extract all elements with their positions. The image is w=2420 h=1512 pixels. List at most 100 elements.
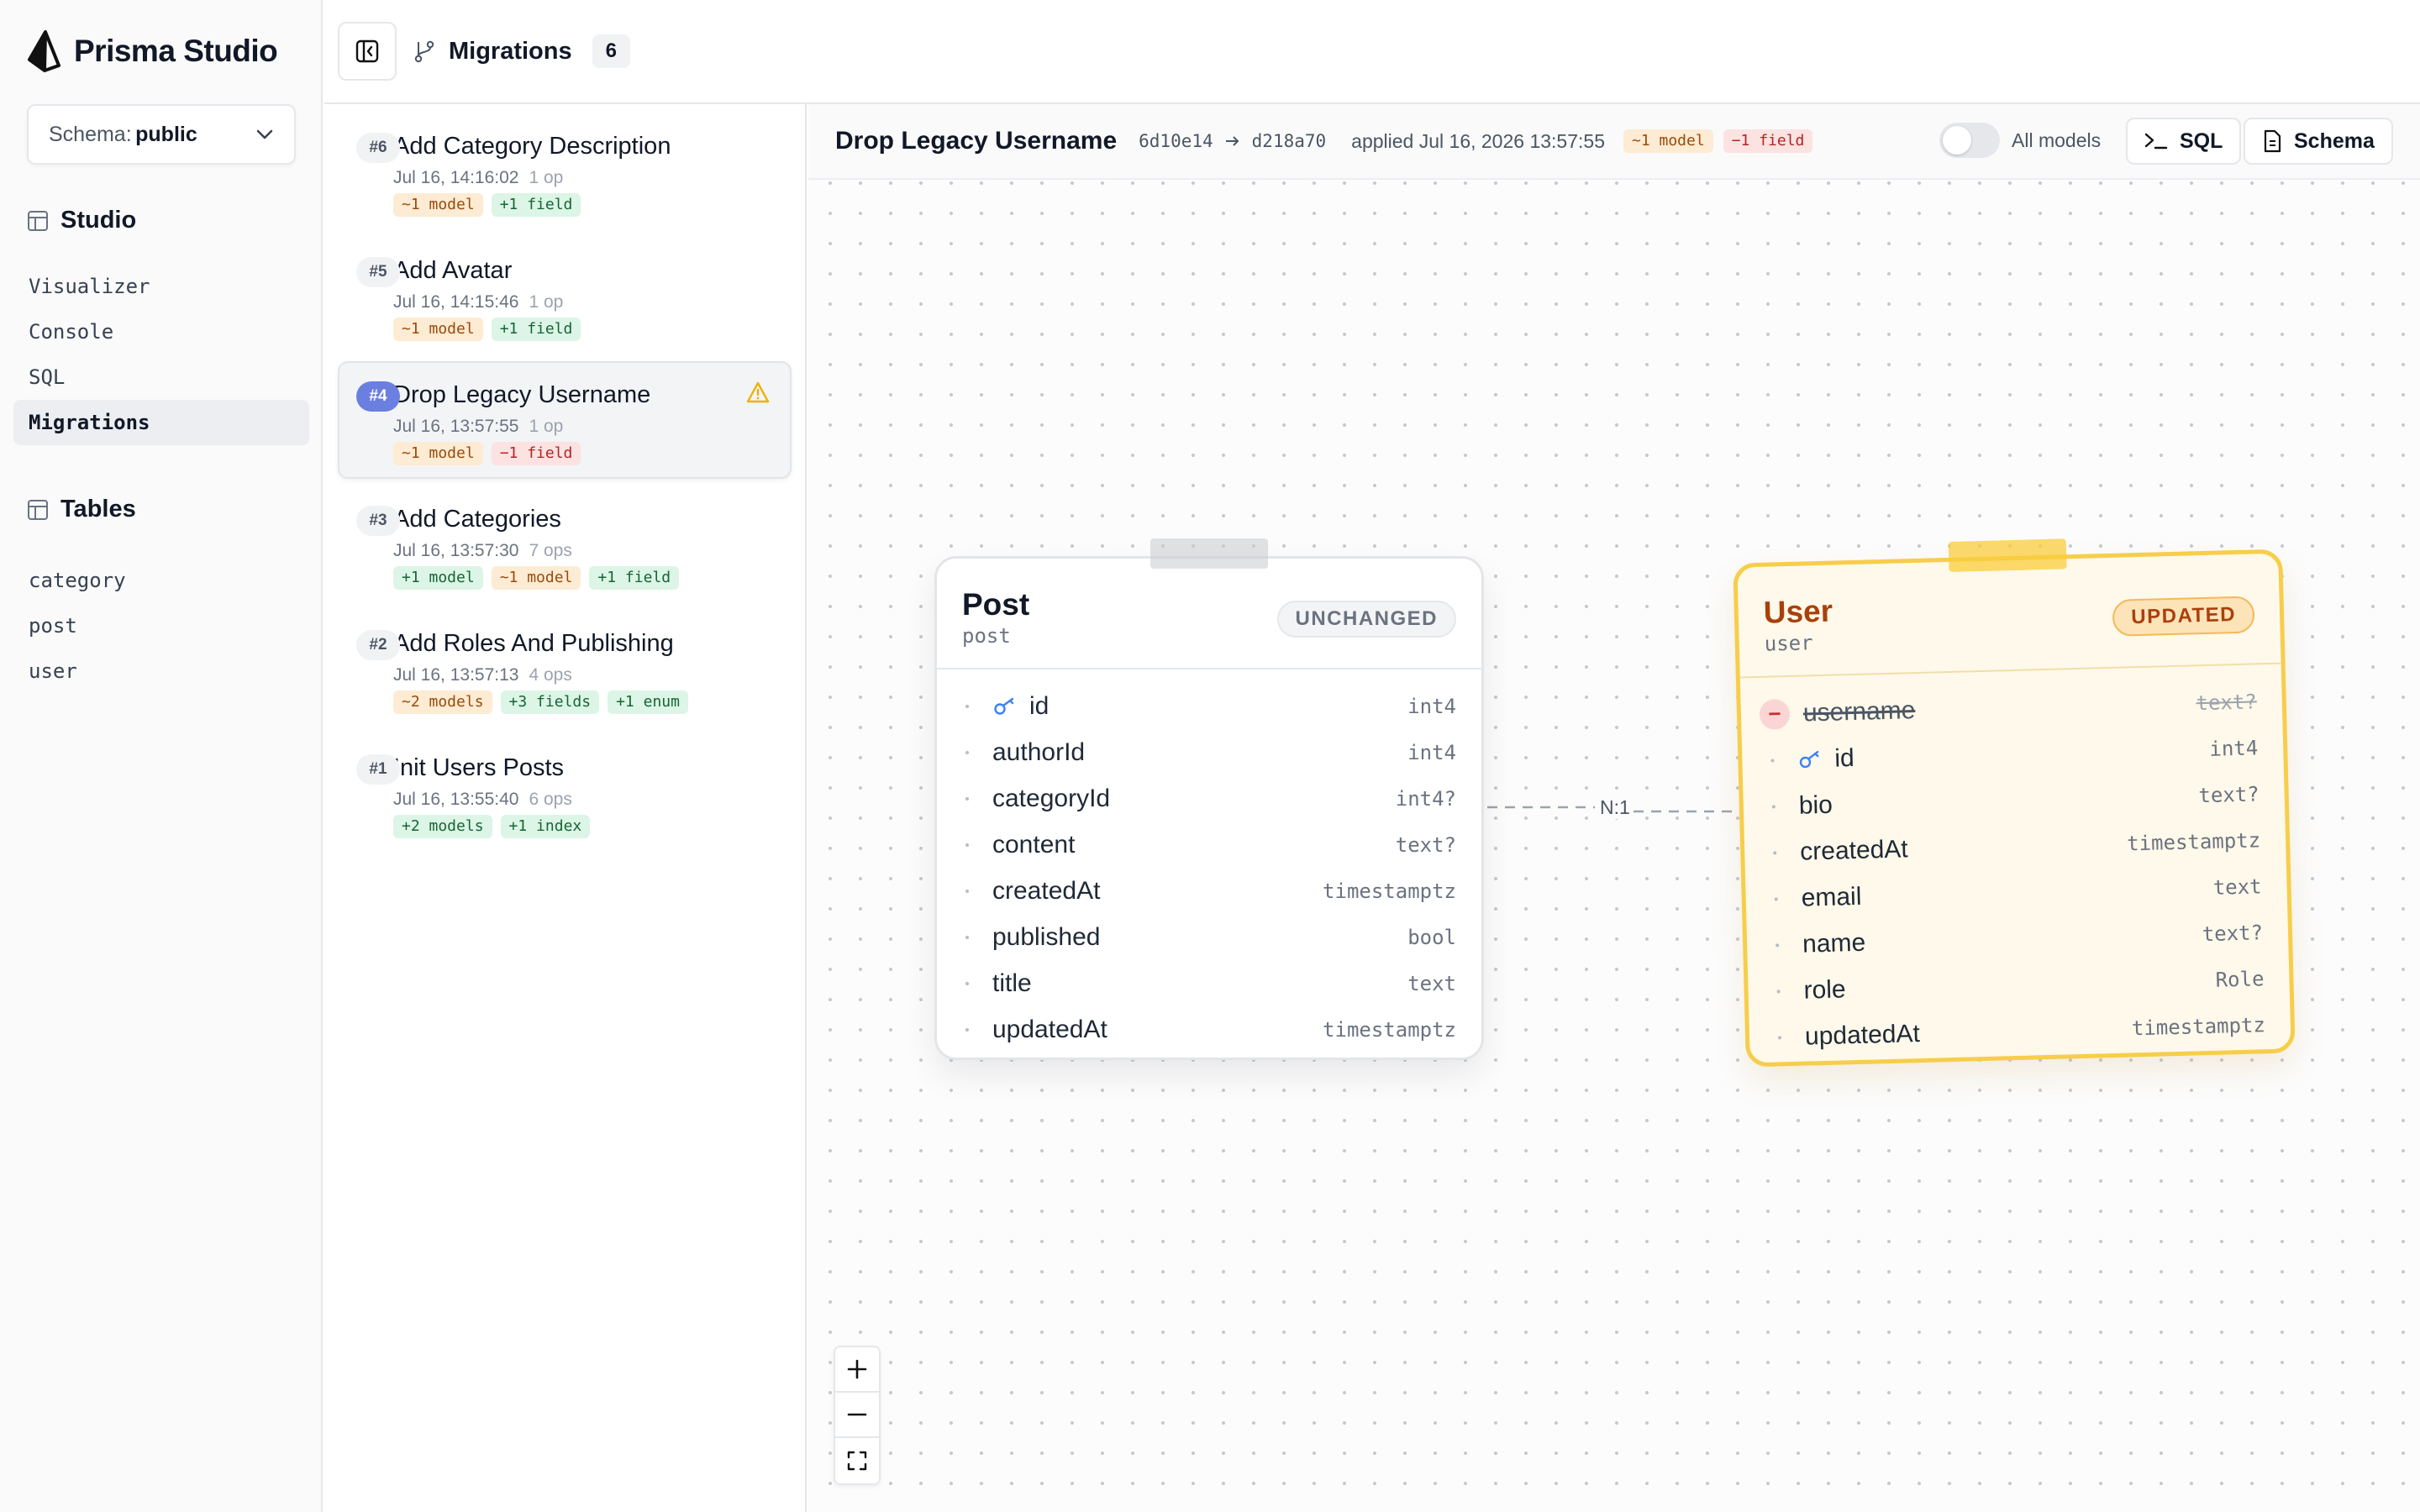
nav-item-label: Console: [29, 320, 114, 344]
topbar: Migrations 6: [324, 0, 2420, 104]
change-tag: ~2 models: [393, 690, 492, 714]
migration-tags: ~1 model −1 field: [393, 442, 771, 465]
migration-date: Jul 16, 14:16:02: [393, 168, 519, 187]
brand: Prisma Studio: [27, 30, 278, 72]
field-list: − username text? id int4 bio text? creat…: [1740, 664, 2291, 1062]
field-row: title text: [937, 960, 1481, 1006]
zoom-out-button[interactable]: [835, 1393, 879, 1438]
change-tag: ~1 model: [1623, 129, 1713, 153]
arrow-right-icon: [1225, 136, 1239, 146]
migration-item[interactable]: #3 Add Categories Jul 16, 13:57:30 7 ops …: [338, 486, 792, 603]
zoom-controls: [834, 1346, 881, 1485]
table-item-label: user: [29, 659, 77, 683]
migration-number: #3: [356, 506, 400, 536]
field-name: updatedAt: [1804, 1019, 1921, 1051]
field-bullet: [965, 1027, 969, 1032]
table-item-label: category: [29, 569, 126, 592]
table-item-category[interactable]: category: [13, 558, 309, 603]
migration-title: Drop Legacy Username: [393, 381, 651, 408]
prisma-logo-icon: [28, 30, 60, 72]
to-hash: d218a70: [1251, 131, 1327, 151]
schema-select-label: Schema:: [49, 122, 132, 146]
from-hash: 6d10e14: [1139, 131, 1213, 151]
migration-title: Add Avatar: [393, 257, 513, 284]
nav-item-console[interactable]: Console: [13, 309, 309, 354]
post-table-card[interactable]: Post post UNCHANGED id int4 authorId int…: [934, 538, 1484, 1060]
change-tag: +1 field: [491, 318, 581, 341]
migration-meta: Jul 16, 13:57:55 1 op: [393, 417, 771, 437]
change-tag: ~1 model: [393, 193, 483, 217]
field-type: timestamptz: [1323, 1017, 1456, 1042]
migration-item[interactable]: #2 Add Roles And Publishing Jul 16, 13:5…: [338, 610, 792, 727]
migration-meta: Jul 16, 13:55:40 6 ops: [393, 790, 771, 810]
migration-ops: 1 op: [529, 168, 564, 187]
nav-item-migrations[interactable]: Migrations: [13, 400, 309, 445]
fit-view-button[interactable]: [835, 1438, 879, 1483]
migration-date: Jul 16, 13:55:40: [393, 790, 519, 809]
nav-item-label: Migrations: [29, 411, 150, 434]
migration-item[interactable]: #5 Add Avatar Jul 16, 14:15:46 1 op ~1 mo…: [338, 237, 792, 354]
field-bullet: [1770, 758, 1775, 763]
table-item-post[interactable]: post: [13, 603, 309, 648]
sql-button[interactable]: SQL: [2126, 118, 2242, 165]
change-tag: −1 field: [491, 442, 581, 465]
table-item-user[interactable]: user: [13, 648, 309, 694]
nav-item-sql[interactable]: SQL: [13, 354, 309, 400]
migration-item-selected[interactable]: #4 Drop Legacy Username Jul 16, 13:57:55…: [338, 361, 792, 479]
tables-heading-text: Tables: [60, 496, 136, 522]
field-bullet: [1776, 989, 1781, 993]
migration-date: Jul 16, 13:57:55: [393, 417, 519, 436]
file-code-icon: [2264, 129, 2281, 153]
schema-select-value: public: [135, 122, 197, 146]
field-bullet: [965, 843, 969, 847]
sidebar: Prisma Studio Schema: public Studio Visu…: [0, 0, 323, 1512]
migration-number: #5: [356, 257, 400, 287]
field-type: text?: [2202, 920, 2264, 946]
table-icon: [28, 210, 48, 231]
migration-hash-range: 6d10e14 d218a70: [1139, 131, 1326, 151]
migration-meta: Jul 16, 14:16:02 1 op: [393, 168, 771, 188]
app-name: Prisma Studio: [74, 34, 278, 68]
change-tag: +1 model: [393, 566, 483, 590]
migration-number: #4: [356, 381, 400, 412]
field-row: createdAt timestamptz: [937, 868, 1481, 914]
change-tag: ~1 model: [393, 442, 483, 465]
migration-tags: ~2 models +3 fields +1 enum: [393, 690, 771, 714]
field-type: timestamptz: [1323, 879, 1456, 903]
migration-date: Jul 16, 13:57:30: [393, 541, 519, 560]
field-row: authorId int4: [937, 729, 1481, 775]
field-type: text: [1407, 971, 1456, 995]
zoom-in-button[interactable]: [835, 1347, 879, 1393]
field-bullet: [965, 889, 969, 893]
toggle-sidebar-button[interactable]: [338, 22, 397, 81]
field-name: createdAt: [1799, 834, 1909, 866]
schema-button-label: Schema: [2294, 129, 2375, 153]
field-type: Role: [2215, 966, 2265, 992]
migration-meta: Jul 16, 13:57:13 4 ops: [393, 665, 771, 685]
field-name: title: [992, 969, 1032, 997]
relation-label: N:1: [1597, 796, 1634, 819]
migration-number: #6: [356, 133, 400, 163]
migration-tags: ~1 model +1 field: [393, 318, 771, 341]
user-table-card[interactable]: User user UPDATED − username text? id in…: [1733, 538, 2296, 1068]
sql-button-label: SQL: [2180, 129, 2223, 153]
migration-ops: 4 ops: [529, 665, 572, 685]
key-icon: [994, 697, 1014, 715]
page-title: Migrations 6: [412, 34, 630, 68]
migration-title: Add Categories: [393, 506, 561, 533]
field-bullet: [965, 981, 969, 985]
migration-item[interactable]: #6 Add Category Description Jul 16, 14:1…: [338, 113, 792, 230]
change-tag: +3 fields: [500, 690, 600, 714]
change-tag: +1 field: [491, 193, 581, 217]
migration-meta: Jul 16, 14:15:46 1 op: [393, 292, 771, 312]
migration-item[interactable]: #1 Init Users Posts Jul 16, 13:55:40 6 op…: [338, 734, 792, 852]
field-name: authorId: [992, 738, 1086, 766]
nav-item-visualizer[interactable]: Visualizer: [13, 264, 309, 309]
schema-button[interactable]: Schema: [2244, 118, 2393, 165]
page-title-text: Migrations: [449, 37, 572, 65]
migration-tags: +2 models +1 index: [393, 815, 771, 838]
key-icon: [1799, 750, 1819, 768]
all-models-toggle[interactable]: [1939, 123, 2000, 158]
schema-select[interactable]: Schema: public: [27, 104, 296, 165]
migration-count-badge: 6: [592, 34, 630, 68]
